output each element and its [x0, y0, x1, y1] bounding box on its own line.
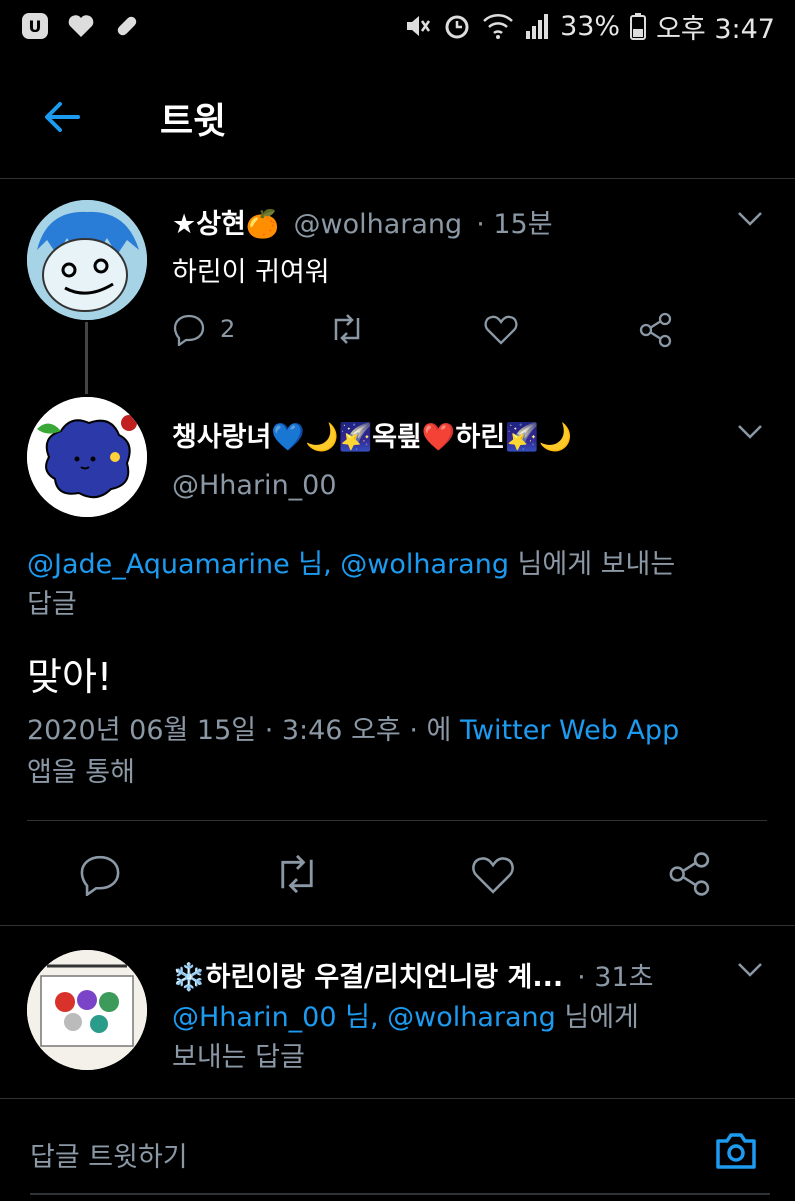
reply-icon[interactable]: [78, 852, 122, 896]
arrow-left-icon: [45, 102, 80, 132]
chevron-down-icon[interactable]: [737, 962, 763, 978]
display-name[interactable]: ❄️하린이랑 우결/리치언니랑 계...: [172, 955, 563, 994]
tweet-date: 2020년 06월 15일 · 3:46 오후 · 에: [27, 715, 460, 746]
display-name[interactable]: ★상현🍊: [172, 202, 280, 241]
avatar[interactable]: [27, 200, 147, 320]
status-bar: U 33% 오후 3:47: [0, 0, 795, 56]
clock: 오후 3:47: [656, 13, 775, 45]
divider: [27, 820, 767, 821]
reply-context: @Hharin_00 님, @wolharang 님에게 보내는 답글: [172, 998, 752, 1078]
chevron-down-icon[interactable]: [737, 211, 763, 227]
reply-to-users[interactable]: @Hharin_00 님, @wolharang: [172, 1002, 556, 1033]
meta-suffix: 앱을 통해: [27, 757, 135, 788]
reply-to-line2: 답글: [27, 589, 77, 620]
svg-text:U: U: [29, 17, 42, 36]
timestamp: · 15분: [476, 209, 553, 240]
heart-notification-icon: [68, 15, 94, 37]
retweet-icon[interactable]: [272, 852, 322, 896]
signal-icon: [526, 14, 549, 39]
app-notification-icon: U: [22, 13, 48, 39]
reply-context: @Jade_Aquamarine 님, @wolharang 님에게 보내는 답…: [27, 545, 767, 625]
retweet-icon[interactable]: [328, 312, 366, 346]
parent-tweet-header: ★상현🍊 @wolharang · 15분: [172, 202, 553, 241]
alarm-icon: [445, 15, 469, 39]
header-divider: [0, 178, 795, 179]
reply-count: 2: [220, 315, 236, 343]
reply-icon: [173, 314, 205, 346]
avatar[interactable]: [27, 950, 147, 1070]
avatar[interactable]: [27, 397, 147, 517]
reply-to-users[interactable]: @Jade_Aquamarine 님, @wolharang: [27, 549, 509, 580]
avatar-image: [27, 950, 147, 1070]
divider: [0, 925, 795, 926]
mute-icon: [407, 16, 431, 36]
status-right-icons: 33% 오후 3:47: [402, 8, 775, 45]
reply-button[interactable]: 2: [172, 312, 235, 346]
timestamp: · 31초: [577, 962, 654, 993]
wifi-icon: [483, 14, 513, 39]
battery-icon: [630, 13, 647, 40]
back-button[interactable]: [40, 95, 84, 139]
reply-to-suffix: 님에게 보내는: [508, 549, 676, 580]
reply-to-suffix: 님에게: [555, 1002, 639, 1033]
thread-line: [85, 322, 88, 394]
handle[interactable]: @Hharin_00: [172, 470, 337, 501]
like-icon[interactable]: [470, 852, 516, 896]
compose-divider: [30, 1193, 770, 1195]
battery-percent: 33%: [560, 10, 621, 42]
share-icon[interactable]: [667, 851, 713, 897]
tweet-text: 맞아!: [27, 655, 113, 699]
avatar-image: [27, 200, 147, 320]
chevron-down-icon[interactable]: [737, 424, 763, 440]
reply-compose-input[interactable]: 답글 트윗하기: [30, 1135, 188, 1174]
page-title: 트윗: [160, 101, 227, 142]
tweet-text: 하린이 귀여워: [172, 257, 330, 288]
status-left-icons: U: [20, 10, 142, 42]
like-icon[interactable]: [483, 312, 519, 346]
reply-to-line2: 보내는 답글: [172, 1042, 305, 1073]
pill-notification-icon: [117, 16, 137, 36]
source-app-link[interactable]: Twitter Web App: [460, 715, 679, 746]
compose-bar: 답글 트윗하기: [0, 1098, 795, 1201]
camera-icon[interactable]: [712, 1129, 760, 1173]
display-name[interactable]: 챙사랑녀💙🌙🌠옥릪❤️하린🌠🌙: [172, 415, 572, 454]
share-icon[interactable]: [638, 312, 674, 348]
tweet-meta: 2020년 06월 15일 · 3:46 오후 · 에 Twitter Web …: [27, 710, 767, 794]
avatar-image: [27, 397, 147, 517]
handle[interactable]: @wolharang: [294, 209, 463, 240]
reply-tweet-header: ❄️하린이랑 우결/리치언니랑 계... · 31초: [172, 955, 654, 994]
